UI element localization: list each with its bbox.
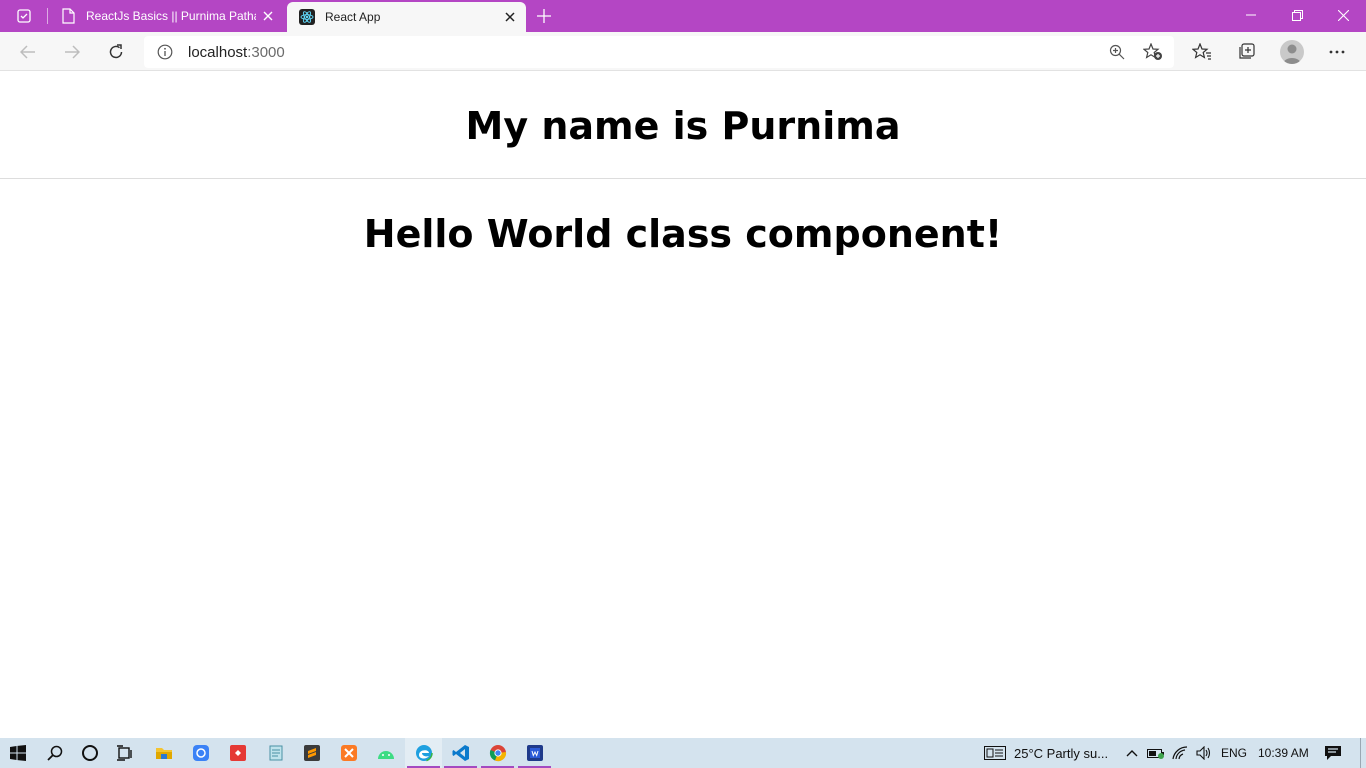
taskbar-edge[interactable] bbox=[405, 738, 442, 768]
profile-avatar[interactable] bbox=[1280, 40, 1304, 64]
favorites-icon bbox=[1192, 43, 1211, 60]
info-icon[interactable] bbox=[156, 43, 174, 61]
taskbar-app-blue[interactable] bbox=[183, 738, 219, 768]
edge-icon bbox=[414, 744, 433, 762]
taskbar-app-red[interactable] bbox=[220, 738, 256, 768]
restore-icon bbox=[1291, 9, 1303, 21]
sublime-text-icon bbox=[304, 745, 320, 761]
taskbar-notepad[interactable] bbox=[258, 738, 294, 768]
action-center-button[interactable] bbox=[1318, 738, 1348, 768]
show-desktop-button[interactable] bbox=[1360, 738, 1366, 768]
new-tab-button[interactable] bbox=[530, 4, 558, 28]
tab-reactjs-basics[interactable]: ReactJs Basics || Purnima Pathak bbox=[48, 0, 284, 32]
taskbar-android-studio[interactable] bbox=[368, 738, 404, 768]
forward-arrow-icon bbox=[65, 45, 80, 59]
more-options-button[interactable] bbox=[1322, 37, 1352, 67]
speaker-icon bbox=[1196, 746, 1211, 760]
url-host: localhost bbox=[188, 44, 248, 61]
minimize-icon bbox=[1246, 14, 1256, 16]
search-button[interactable] bbox=[38, 738, 72, 768]
xampp-icon bbox=[341, 745, 357, 761]
network-button[interactable] bbox=[1170, 738, 1190, 768]
back-button[interactable] bbox=[13, 37, 43, 67]
refresh-button[interactable] bbox=[101, 37, 131, 67]
forward-button[interactable] bbox=[57, 37, 87, 67]
close-tab-icon[interactable] bbox=[498, 5, 522, 29]
file-explorer-icon bbox=[156, 748, 172, 759]
battery-button[interactable] bbox=[1146, 738, 1166, 768]
android-studio-icon bbox=[378, 751, 394, 759]
restore-button[interactable] bbox=[1274, 0, 1320, 30]
browser-toolbar: localhost:3000 bbox=[0, 32, 1366, 71]
page-content: My name is Purnima Hello World class com… bbox=[0, 71, 1366, 738]
refresh-icon bbox=[109, 44, 123, 59]
collections-button[interactable] bbox=[1231, 37, 1261, 67]
tab-title: ReactJs Basics || Purnima Pathak bbox=[86, 9, 256, 23]
cortana-icon bbox=[82, 745, 98, 761]
windows-taskbar: 25°C Partly su... ENG 10:39 AM bbox=[0, 738, 1366, 768]
favorites-button[interactable] bbox=[1187, 37, 1217, 67]
taskbar-file-explorer[interactable] bbox=[146, 738, 182, 768]
close-icon bbox=[1337, 9, 1349, 21]
show-hidden-icons-button[interactable] bbox=[1122, 738, 1142, 768]
word-app-icon bbox=[526, 745, 543, 761]
chevron-up-icon bbox=[1126, 750, 1138, 757]
page-icon bbox=[60, 8, 76, 24]
taskbar-chrome[interactable] bbox=[479, 738, 516, 768]
name-heading: My name is Purnima bbox=[465, 104, 901, 148]
news-icon bbox=[984, 746, 1006, 760]
close-window-button[interactable] bbox=[1320, 0, 1366, 30]
language-indicator[interactable]: ENG bbox=[1221, 738, 1247, 768]
react-logo-icon bbox=[299, 9, 315, 25]
tab-react-app[interactable]: React App bbox=[287, 2, 526, 32]
hello-heading: Hello World class component! bbox=[363, 212, 1003, 256]
collections-icon bbox=[1239, 43, 1255, 59]
volume-button[interactable] bbox=[1193, 738, 1215, 768]
app-icon-red bbox=[230, 745, 246, 761]
horizontal-rule bbox=[0, 178, 1366, 179]
tab-title: React App bbox=[325, 10, 381, 24]
cortana-button[interactable] bbox=[73, 738, 107, 768]
vscode-icon bbox=[452, 745, 469, 761]
weather-text[interactable]: 25°C Partly su... bbox=[1014, 738, 1108, 768]
url-port: :3000 bbox=[247, 44, 285, 61]
add-favorite-icon[interactable] bbox=[1142, 41, 1164, 63]
tab-actions-icon bbox=[17, 9, 31, 23]
minimize-button[interactable] bbox=[1228, 0, 1274, 30]
user-icon bbox=[1283, 44, 1301, 64]
url-text[interactable]: localhost:3000 bbox=[188, 44, 285, 61]
notepad-icon bbox=[269, 745, 283, 761]
battery-icon bbox=[1147, 749, 1164, 759]
news-widget-button[interactable] bbox=[982, 738, 1008, 768]
clock[interactable]: 10:39 AM bbox=[1258, 738, 1309, 768]
tab-actions-button[interactable] bbox=[8, 6, 40, 26]
chrome-icon bbox=[489, 745, 506, 762]
windows-start-icon bbox=[10, 745, 26, 761]
search-icon bbox=[47, 745, 63, 761]
wifi-icon bbox=[1172, 746, 1188, 760]
app-icon-blue bbox=[193, 745, 209, 761]
browser-title-bar: ReactJs Basics || Purnima Pathak React A… bbox=[0, 0, 1366, 32]
notification-icon bbox=[1325, 746, 1341, 760]
more-icon bbox=[1329, 50, 1345, 54]
task-view-icon bbox=[117, 745, 132, 761]
address-bar[interactable]: localhost:3000 bbox=[144, 36, 1174, 68]
task-view-button[interactable] bbox=[108, 738, 142, 768]
zoom-icon[interactable] bbox=[1106, 41, 1128, 63]
start-button[interactable] bbox=[0, 738, 36, 768]
plus-icon bbox=[537, 9, 551, 23]
back-arrow-icon bbox=[20, 45, 35, 59]
taskbar-vscode[interactable] bbox=[442, 738, 479, 768]
taskbar-sublime-text[interactable] bbox=[294, 738, 330, 768]
close-tab-icon[interactable] bbox=[256, 4, 280, 28]
taskbar-word-app[interactable] bbox=[516, 738, 553, 768]
taskbar-xampp[interactable] bbox=[331, 738, 367, 768]
